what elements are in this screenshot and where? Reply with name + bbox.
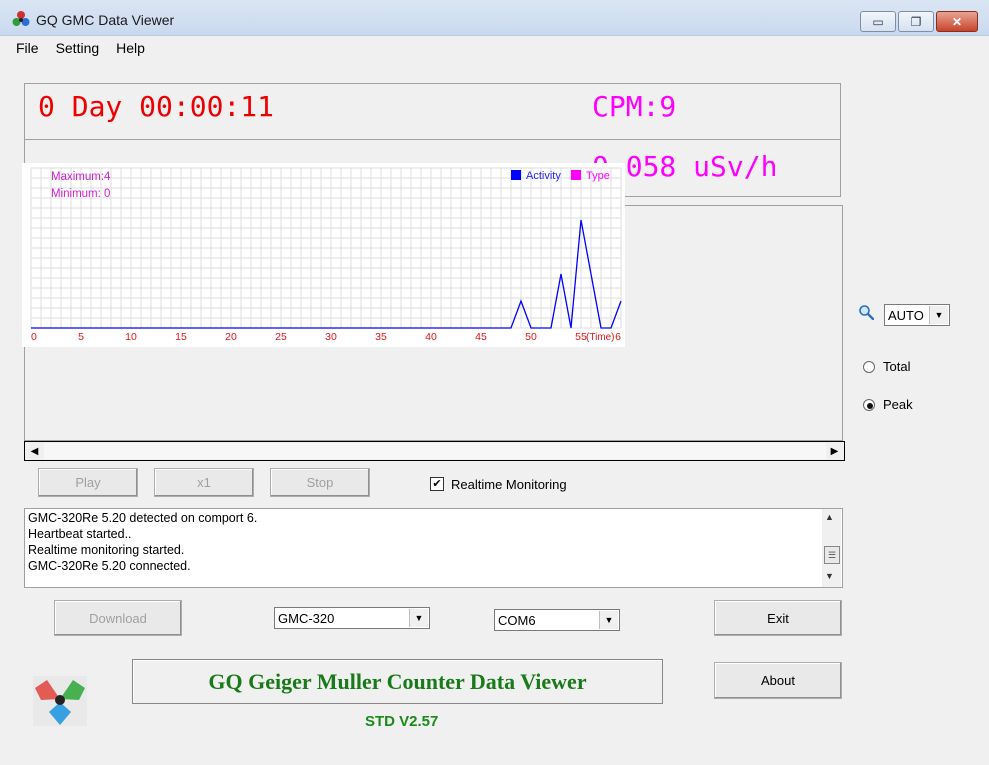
scroll-thumb[interactable] <box>44 443 826 459</box>
scroll-grip-icon[interactable]: ☰ <box>824 546 840 564</box>
x-tick-label: 10 <box>125 331 137 343</box>
menu-setting[interactable]: Setting <box>48 40 109 56</box>
legend-type-label: Type <box>586 170 610 182</box>
x-tick-label: 25 <box>275 331 287 343</box>
about-button[interactable]: About <box>714 662 842 699</box>
dropdown-arrow-icon[interactable]: ▼ <box>599 611 618 629</box>
x-tick-label: 0 <box>31 331 37 343</box>
x-tick-label: 30 <box>325 331 337 343</box>
magnifier-icon <box>859 305 874 320</box>
maximize-button[interactable]: ❐ <box>898 11 934 32</box>
radiation-logo-icon <box>33 676 87 726</box>
x-tick-label: 15 <box>175 331 187 343</box>
version-label: STD V2.57 <box>365 713 439 730</box>
legend-type-swatch <box>571 170 581 180</box>
menu-bar: File Setting Help <box>0 36 989 60</box>
exit-button[interactable]: Exit <box>714 600 842 636</box>
port-select[interactable]: COM6 ▼ <box>494 609 620 631</box>
log-line: GMC-320Re 5.20 detected on comport 6. <box>28 511 258 525</box>
model-select[interactable]: GMC-320 ▼ <box>274 607 430 629</box>
log-line: GMC-320Re 5.20 connected. <box>28 559 191 573</box>
x-tick-label: 20 <box>225 331 237 343</box>
x-tick-label: 40 <box>425 331 437 343</box>
x-tick-label: 45 <box>475 331 487 343</box>
x-tick-label: 6 <box>615 331 621 343</box>
menu-help[interactable]: Help <box>108 40 154 56</box>
timeline-scrollbar[interactable]: ◀ ▶ <box>24 441 845 461</box>
app-banner: GQ Geiger Muller Counter Data Viewer <box>132 659 663 704</box>
window-title: GQ GMC Data Viewer <box>36 12 175 28</box>
scroll-up-arrow-icon[interactable]: ▲ <box>825 512 834 522</box>
speed-button[interactable]: x1 <box>154 468 254 497</box>
status-log[interactable]: GMC-320Re 5.20 detected on comport 6. He… <box>24 508 843 588</box>
stop-button[interactable]: Stop <box>270 468 370 497</box>
activity-series-line <box>31 219 622 329</box>
scroll-down-arrow-icon[interactable]: ▼ <box>825 571 834 581</box>
scroll-right-arrow-icon[interactable]: ▶ <box>826 443 843 459</box>
realtime-monitoring-checkbox[interactable]: ✔ <box>430 477 444 491</box>
x-axis-unit: (Time) <box>586 332 615 343</box>
x-tick-label: 35 <box>375 331 387 343</box>
model-select-value: GMC-320 <box>278 610 335 626</box>
log-line: Realtime monitoring started. <box>28 543 185 557</box>
activity-chart: Maximum:4 Minimum: 0 Activity Type 0 5 10 1… <box>22 163 625 347</box>
menu-file[interactable]: File <box>0 40 48 56</box>
x-tick-label: 5 <box>78 331 84 343</box>
chart-maximum-label: Maximum:4 <box>51 171 111 183</box>
total-label: Total <box>883 359 911 374</box>
realtime-monitoring-label: Realtime Monitoring <box>451 477 567 492</box>
app-icon <box>12 11 30 26</box>
dropdown-arrow-icon[interactable]: ▼ <box>929 306 948 324</box>
scroll-left-arrow-icon[interactable]: ◀ <box>26 443 43 459</box>
port-select-value: COM6 <box>498 612 536 628</box>
x-tick-label: 50 <box>525 331 537 343</box>
dropdown-arrow-icon[interactable]: ▼ <box>409 609 428 627</box>
play-button[interactable]: Play <box>38 468 138 497</box>
zoom-select[interactable]: AUTO ▼ <box>884 304 950 326</box>
counter-divider <box>24 139 841 140</box>
close-button[interactable]: ✕ <box>936 11 978 32</box>
total-radio[interactable] <box>863 361 875 373</box>
zoom-select-value: AUTO <box>888 307 924 323</box>
log-line: Heartbeat started.. <box>28 527 132 541</box>
elapsed-timer: 0 Day 00:00:11 <box>38 90 275 123</box>
download-button[interactable]: Download <box>54 600 182 636</box>
cpm-reading: CPM:9 <box>592 90 677 123</box>
chart-grid <box>30 167 622 329</box>
peak-radio[interactable] <box>863 399 875 411</box>
peak-label: Peak <box>883 397 913 412</box>
legend-activity-label: Activity <box>526 170 561 182</box>
minimize-button[interactable]: ▭ <box>860 11 896 32</box>
legend-activity-swatch <box>511 170 521 180</box>
chart-minimum-label: Minimum: 0 <box>51 188 110 200</box>
